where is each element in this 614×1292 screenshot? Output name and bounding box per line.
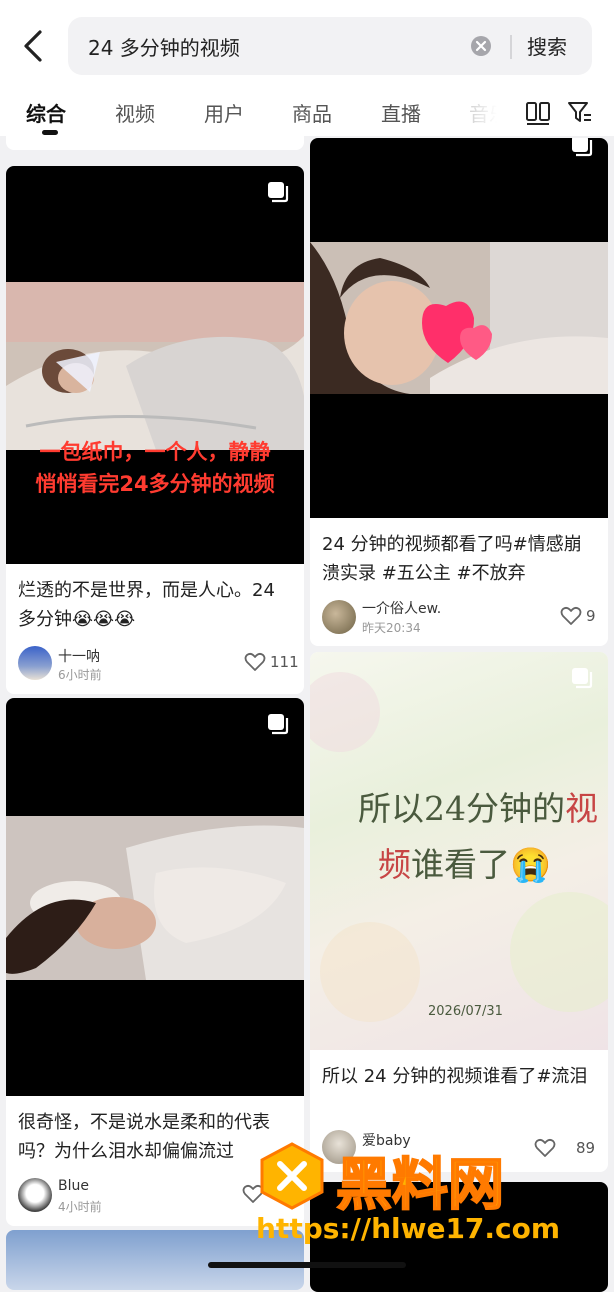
- username[interactable]: 一介俗人ew.: [362, 598, 441, 618]
- search-button[interactable]: 搜索: [527, 31, 567, 60]
- video-thumbnail[interactable]: [310, 138, 608, 518]
- multi-image-icon: [268, 182, 289, 203]
- double-column-icon[interactable]: [525, 100, 551, 126]
- username[interactable]: 十一呐: [58, 646, 100, 666]
- post-time: 昨天20:34: [362, 621, 421, 635]
- search-box[interactable]: 24 多分钟的视频 搜索: [68, 17, 592, 75]
- thumbnail-image: [6, 282, 304, 450]
- tab-video[interactable]: 视频: [115, 98, 155, 127]
- watermark: 黑料网 https://hlwe17.com: [256, 1140, 606, 1260]
- filter-icon[interactable]: [567, 99, 593, 125]
- image-caption-line2: 频谁看了😭: [378, 845, 552, 884]
- home-indicator[interactable]: [208, 1262, 406, 1268]
- heart-outline-icon[interactable]: [244, 652, 266, 672]
- heart-outline-icon[interactable]: [560, 606, 582, 626]
- thumbnail-image: [310, 242, 608, 394]
- card-title[interactable]: 很奇怪，不是说水是柔和的代表吗？为什么泪水却偏偏流过: [18, 1108, 290, 1166]
- like-count: 111: [270, 653, 299, 671]
- multi-image-icon: [572, 138, 593, 157]
- overlay-caption-line2: 悄悄看完24多分钟的视频: [35, 472, 275, 496]
- username[interactable]: Blue: [58, 1178, 89, 1194]
- avatar[interactable]: [18, 1178, 52, 1212]
- card-title[interactable]: 24 分钟的视频都看了吗#情感崩溃实录 #五公主 #不放弃: [322, 530, 594, 588]
- post-time: 6小时前: [58, 668, 102, 682]
- avatar[interactable]: [322, 600, 356, 634]
- card-title[interactable]: 所以 24 分钟的视频谁看了#流泪: [322, 1062, 594, 1091]
- image-date: 2026/07/31: [428, 1004, 503, 1019]
- like-count: 9: [586, 607, 596, 625]
- clear-circle-icon[interactable]: [470, 35, 492, 57]
- active-tab-indicator: [42, 130, 58, 135]
- search-input[interactable]: 24 多分钟的视频: [88, 32, 240, 61]
- post-time: 4小时前: [58, 1200, 102, 1214]
- tab-fade: [455, 92, 515, 136]
- video-card[interactable]: 所以24分钟的视 频谁看了😭 2026/07/31 所以 24 分钟的视频谁看了…: [310, 652, 608, 1172]
- card-title[interactable]: 烂透的不是世界，而是人心。24多分钟😭😭😭: [18, 576, 290, 634]
- tab-products[interactable]: 商品: [292, 98, 332, 127]
- tab-users[interactable]: 用户: [204, 98, 244, 127]
- watermark-url: https://hlwe17.com: [256, 1212, 561, 1245]
- watermark-logo-icon: [260, 1142, 324, 1210]
- video-thumbnail[interactable]: [6, 698, 304, 1096]
- thumbnail-image: [6, 816, 304, 980]
- tab-bar: 综合 视频 用户 商品 直播 音乐: [0, 92, 614, 136]
- video-thumbnail[interactable]: 一包纸巾，一个人，静静 悄悄看完24多分钟的视频: [6, 166, 304, 564]
- multi-image-icon: [268, 714, 289, 735]
- overlay-caption-line1: 一包纸巾，一个人，静静: [39, 440, 271, 464]
- tab-live[interactable]: 直播: [381, 98, 421, 127]
- multi-image-icon: [572, 668, 593, 689]
- tab-all[interactable]: 综合: [26, 98, 66, 127]
- video-thumbnail[interactable]: 所以24分钟的视 频谁看了😭 2026/07/31: [310, 652, 608, 1050]
- video-card[interactable]: 24 分钟的视频都看了吗#情感崩溃实录 #五公主 #不放弃 一介俗人ew. 昨天…: [310, 138, 608, 646]
- top-bar: 24 多分钟的视频 搜索 综合 视频 用户 商品 直播 音乐: [0, 0, 614, 136]
- search-divider: [510, 35, 512, 59]
- video-card[interactable]: 一包纸巾，一个人，静静 悄悄看完24多分钟的视频 烂透的不是世界，而是人心。24…: [6, 166, 304, 694]
- watermark-name: 黑料网: [335, 1152, 505, 1219]
- image-caption-line1: 所以24分钟的视: [358, 789, 598, 828]
- avatar[interactable]: [18, 646, 52, 680]
- chevron-left-icon[interactable]: [16, 26, 52, 66]
